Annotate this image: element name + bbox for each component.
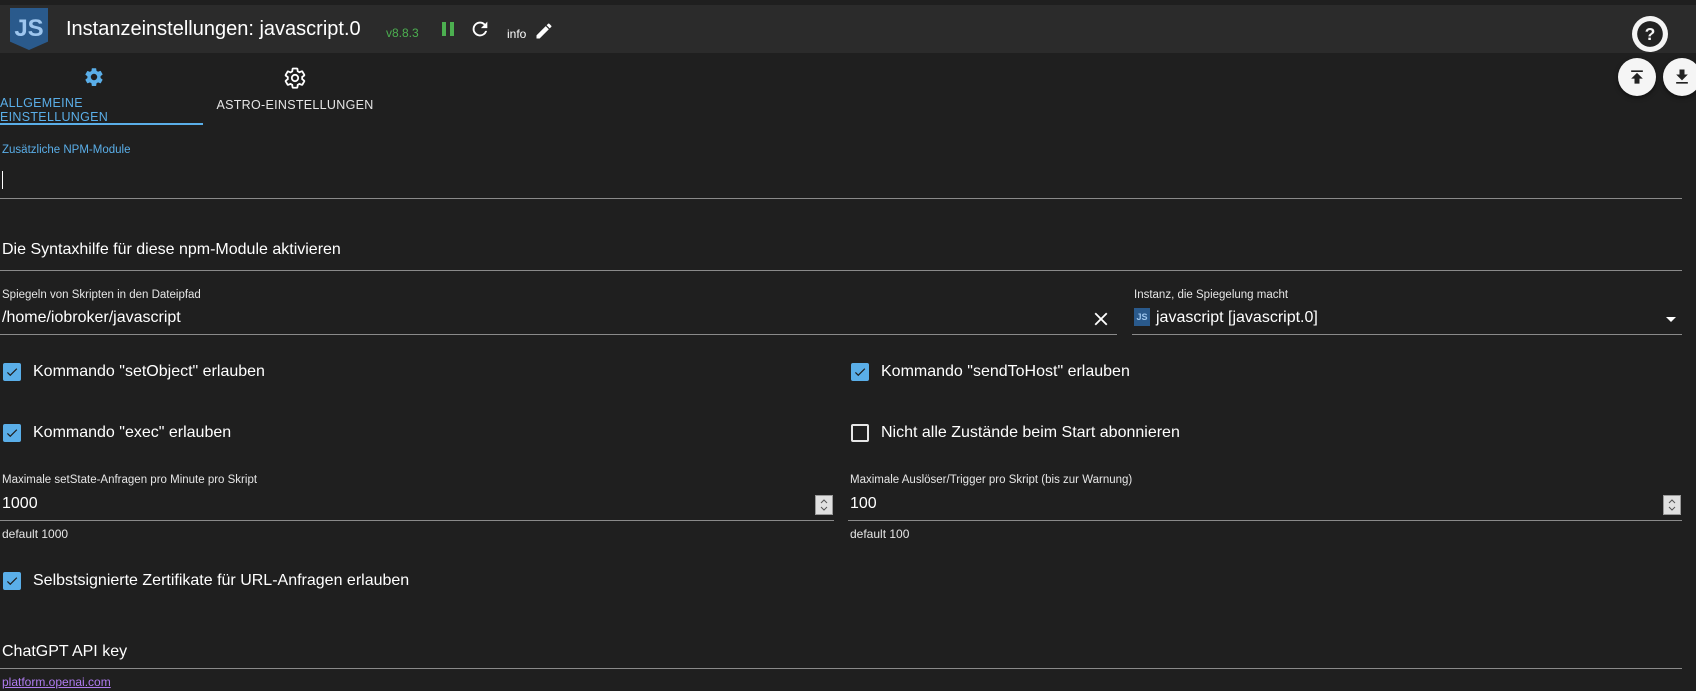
npm-modules-underline bbox=[0, 198, 1682, 199]
max-triggers-helper: default 100 bbox=[850, 527, 910, 541]
max-setstate-input[interactable]: 1000 bbox=[0, 491, 834, 520]
active-tab-indicator bbox=[0, 123, 203, 125]
pause-icon bbox=[442, 22, 454, 36]
max-triggers-label: Maximale Auslöser/Trigger pro Skript (bi… bbox=[850, 474, 1133, 486]
mirror-instance-underline bbox=[1132, 334, 1682, 335]
checkmark-icon bbox=[854, 368, 866, 377]
pause-button[interactable] bbox=[437, 18, 459, 40]
dropdown-arrow-icon[interactable] bbox=[1664, 313, 1678, 327]
max-triggers-spinner[interactable] bbox=[1663, 495, 1681, 515]
download-button[interactable] bbox=[1663, 58, 1696, 96]
checkmark-icon bbox=[6, 577, 18, 586]
version-label: v8.8.3 bbox=[386, 26, 419, 40]
page-title: Instanzeinstellungen: javascript.0 bbox=[66, 18, 361, 40]
mirror-path-underline bbox=[0, 334, 1117, 335]
max-setstate-spinner[interactable] bbox=[815, 495, 833, 515]
syntax-help-label: Die Syntaxhilfe für diese npm-Module akt… bbox=[2, 241, 341, 258]
exec-label: Kommando "exec" erlauben bbox=[33, 424, 232, 441]
mirror-instance-value: javascript [javascript.0] bbox=[1156, 309, 1318, 326]
mirror-path-value: /home/iobroker/javascript bbox=[2, 309, 181, 326]
max-setstate-label: Maximale setState-Anfragen pro Minute pr… bbox=[2, 474, 258, 486]
upload-icon bbox=[1631, 70, 1643, 84]
upload-button[interactable] bbox=[1618, 58, 1656, 96]
tab-general-settings[interactable]: ALLGEMEINE EINSTELLUNGEN bbox=[0, 58, 188, 124]
close-icon bbox=[1094, 312, 1108, 326]
tab-astro-settings[interactable]: ASTRO-EINSTELLUNGEN bbox=[215, 58, 375, 124]
edit-info-button[interactable] bbox=[534, 21, 554, 41]
chatgpt-key-underline bbox=[0, 668, 1682, 669]
mirror-instance-label: Instanz, die Spiegelung macht bbox=[1134, 289, 1289, 301]
chatgpt-key-label: ChatGPT API key bbox=[2, 643, 128, 660]
openai-platform-link[interactable]: platform.openai.com bbox=[2, 675, 111, 689]
app-header: JS Instanzeinstellungen: javascript.0 v8… bbox=[0, 5, 1696, 53]
pencil-icon bbox=[536, 23, 552, 39]
reload-button[interactable] bbox=[469, 18, 491, 40]
npm-modules-label: Zusätzliche NPM-Module bbox=[2, 144, 131, 156]
max-setstate-value: 1000 bbox=[2, 495, 38, 512]
tab-astro-settings-label: ASTRO-EINSTELLUNGEN bbox=[216, 98, 374, 112]
exec-checkbox[interactable] bbox=[3, 424, 21, 442]
chatgpt-key-input[interactable]: ChatGPT API key bbox=[0, 638, 1682, 668]
checkmark-icon bbox=[6, 368, 18, 377]
tab-general-settings-label: ALLGEMEINE EINSTELLUNGEN bbox=[0, 96, 109, 124]
max-triggers-value: 100 bbox=[850, 495, 877, 512]
help-button[interactable]: ? bbox=[1632, 16, 1668, 52]
no-subscribe-label: Nicht alle Zustände beim Start abonniere… bbox=[881, 424, 1180, 441]
max-triggers-underline bbox=[848, 520, 1682, 521]
self-signed-label: Selbstsignierte Zertifikate für URL-Anfr… bbox=[33, 572, 410, 589]
gear-icon bbox=[85, 68, 103, 86]
gear-outline-icon bbox=[284, 67, 306, 89]
javascript-logo: JS bbox=[10, 8, 48, 50]
mirror-path-label: Spiegeln von Skripten in den Dateipfad bbox=[2, 289, 201, 301]
clear-path-button[interactable] bbox=[1090, 308, 1112, 330]
setobject-label: Kommando "setObject" erlauben bbox=[33, 363, 265, 380]
text-cursor bbox=[2, 171, 3, 189]
info-label: info bbox=[507, 27, 527, 41]
checkmark-icon bbox=[6, 429, 18, 438]
max-setstate-underline bbox=[0, 520, 834, 521]
download-icon bbox=[1676, 69, 1688, 84]
reload-icon bbox=[472, 21, 488, 37]
max-triggers-input[interactable]: 100 bbox=[848, 491, 1682, 520]
syntax-help-underline bbox=[0, 270, 1682, 271]
sendtohost-checkbox[interactable] bbox=[851, 363, 869, 381]
mirror-path-input[interactable]: /home/iobroker/javascript bbox=[0, 305, 1117, 334]
no-subscribe-checkbox[interactable] bbox=[851, 424, 869, 442]
help-icon: ? bbox=[1637, 21, 1663, 47]
javascript-instance-icon: JS bbox=[1134, 308, 1150, 326]
syntax-help-input[interactable]: Die Syntaxhilfe für diese npm-Module akt… bbox=[0, 235, 1682, 270]
sendtohost-label: Kommando "sendToHost" erlauben bbox=[881, 363, 1130, 380]
setobject-checkbox[interactable] bbox=[3, 363, 21, 381]
max-setstate-helper: default 1000 bbox=[2, 527, 69, 541]
svg-text:?: ? bbox=[1645, 24, 1656, 44]
npm-modules-input[interactable] bbox=[0, 163, 1682, 198]
self-signed-checkbox[interactable] bbox=[3, 572, 21, 590]
mirror-instance-select[interactable]: javascript [javascript.0] bbox=[1132, 305, 1682, 334]
